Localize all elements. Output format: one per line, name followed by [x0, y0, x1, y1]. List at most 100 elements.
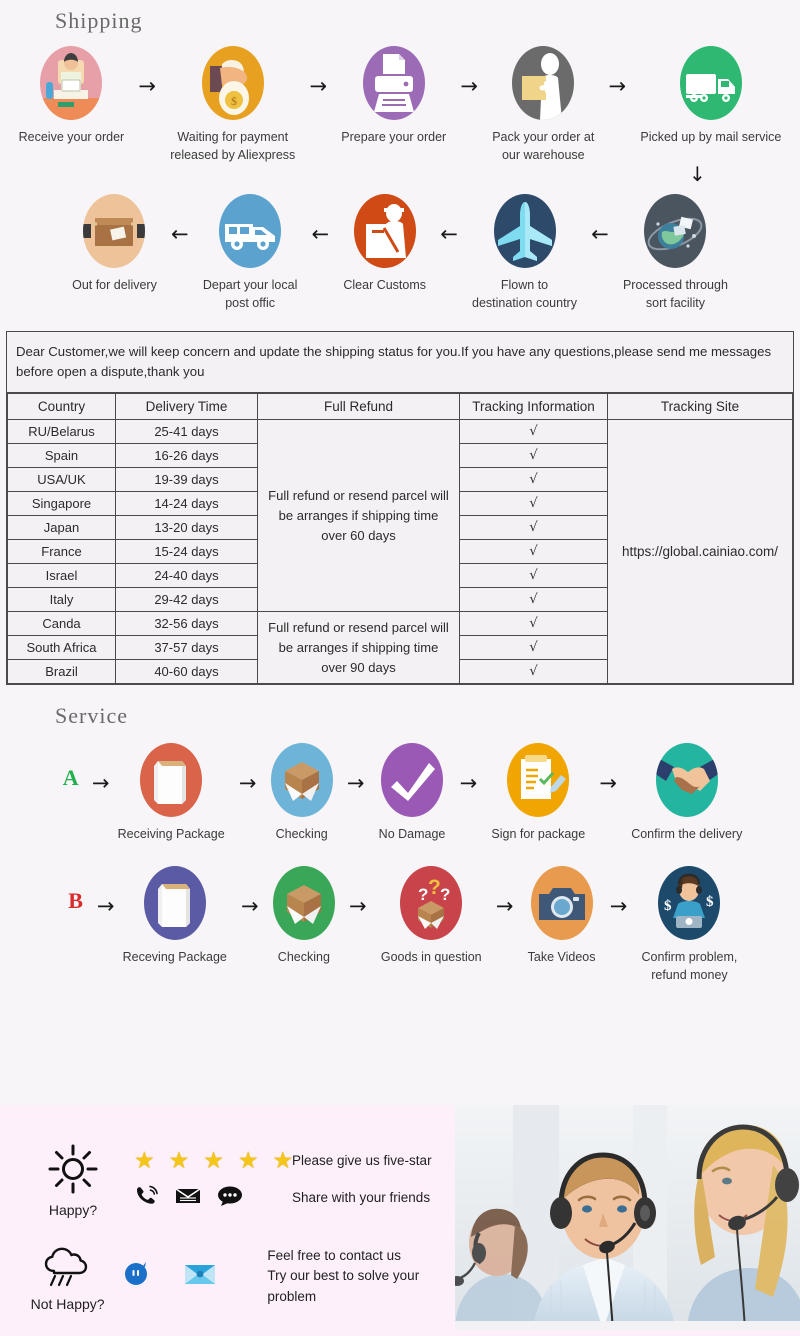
flow-step-label: Goods in question [380, 949, 482, 964]
service-heading: Service [55, 703, 128, 729]
cell-country: RU/Belarus [7, 419, 116, 445]
service-section: Service A → Receiving Package → Checking… [0, 685, 800, 983]
closed-package-icon-bubble [143, 865, 206, 940]
globe-sorting-icon-bubble [644, 194, 707, 269]
cell-delivery-time: 32-56 days [115, 611, 258, 637]
flow-step-label: Pack your order at our warehouse [492, 130, 595, 163]
not-happy-row: Not Happy? Feel free to contact us Try o… [18, 1241, 450, 1312]
flow-step: Take Videos [527, 865, 596, 966]
chat-bubble-icon[interactable] [216, 1185, 244, 1212]
flow-step: No Damage [379, 743, 445, 843]
flow-step-label: Checking [275, 827, 328, 842]
globe-sorting-icon [644, 194, 706, 268]
flow-step: $ Waiting for payment released by Aliexp… [170, 46, 295, 164]
airplane-icon-bubble [493, 194, 556, 269]
flow-step: Pack your order at our warehouse [492, 46, 594, 164]
cell-tracking-information: √ [459, 491, 608, 517]
star-icon[interactable]: ★ [238, 1149, 259, 1173]
col-header-country: Country [7, 393, 116, 421]
flow-step-label: Sign for package [491, 827, 586, 842]
arrow-right-icon: → [460, 74, 479, 98]
delivery-van-icon-bubble [219, 194, 282, 269]
flow-step-label: Clear Customs [343, 278, 427, 293]
svg-text:?: ? [440, 885, 450, 904]
arrow-right-icon: → [96, 893, 115, 918]
hand-with-coin-icon-bubble: $ [201, 46, 264, 120]
rain-cloud-icon [39, 1241, 97, 1294]
checkmark-icon-bubble [381, 743, 444, 818]
closed-package-icon-bubble [140, 743, 203, 818]
star-icon[interactable]: ★ [273, 1149, 294, 1173]
parcel-box-icon [83, 194, 146, 268]
cell-tracking-information: √ [459, 659, 608, 685]
hand-with-coin-icon: $ [202, 46, 264, 120]
person-at-desk-icon-bubble [40, 46, 103, 120]
cell-tracking-site[interactable]: https://global.cainiao.com/ [607, 419, 793, 685]
star-icon[interactable]: ★ [203, 1149, 224, 1173]
message-bubble-icon[interactable] [123, 1261, 149, 1292]
cell-delivery-time: 25-41 days [115, 419, 258, 445]
arrow-down-icon: ↓ [689, 162, 706, 187]
five-star-rating[interactable]: ★ ★ ★ ★ ★ [134, 1149, 293, 1173]
delivery-truck-icon [680, 46, 742, 120]
service-row-letter: A [62, 765, 79, 791]
flow-step: Processed through sort facility [623, 194, 728, 312]
cell-delivery-time: 16-26 days [115, 443, 258, 469]
printer-icon-bubble [362, 46, 425, 120]
envelope-icon[interactable] [174, 1186, 202, 1211]
arrow-right-icon: → [346, 771, 365, 796]
worker-with-box-icon [512, 46, 574, 120]
arrow-right-icon: → [238, 771, 257, 796]
cell-tracking-information: √ [459, 563, 608, 589]
phone-ringing-icon[interactable] [134, 1185, 160, 1212]
table-row: RU/Belarus 25-41 days Full refund or rese… [7, 419, 793, 685]
person-at-desk-icon [40, 46, 103, 120]
arrow-right-icon: → [608, 74, 627, 98]
camera-icon-bubble [530, 865, 593, 940]
cell-tracking-information: √ [459, 419, 608, 445]
delivery-van-icon [219, 194, 281, 268]
flow-step-label: Take Videos [527, 949, 596, 964]
service-flow-row-b: B → Receving Package → Checking → ? ? ? … [0, 865, 800, 984]
flow-step-label: Confirm problem, refund money [641, 949, 738, 982]
flow-step-label: Out for delivery [72, 278, 157, 293]
col-header-tracking-information: Tracking Information [459, 393, 608, 421]
contact-text: Feel free to contact us Try our best to … [267, 1248, 420, 1304]
flow-step: Receiving Package [118, 743, 225, 843]
five-star-text: Please give us five-star [292, 1152, 432, 1168]
cell-delivery-time: 29-42 days [115, 587, 258, 613]
shipping-info-table-block: Dear Customer,we will keep concern and u… [6, 330, 794, 686]
cell-country: South Africa [7, 635, 116, 661]
arrow-left-icon: ← [440, 222, 458, 247]
flow-step-label: Waiting for payment released by Aliexpre… [170, 130, 296, 163]
svg-text:$: $ [231, 94, 237, 108]
blue-envelope-icon[interactable] [183, 1261, 217, 1292]
star-icon[interactable]: ★ [169, 1149, 190, 1173]
flow-step: ? ? ? Goods in question [380, 865, 482, 966]
flow-step: Prepare your order [341, 46, 446, 146]
cell-full-refund-60: Full refund or resend parcel will be arr… [257, 419, 460, 613]
flow-step-label: Processed through sort facility [622, 278, 728, 311]
shipping-section: Shipping Receive your order → $ Waiting … [0, 0, 800, 313]
cell-country: Singapore [7, 491, 116, 517]
cell-delivery-time: 14-24 days [115, 491, 258, 517]
arrow-right-icon: → [309, 74, 328, 98]
flow-step-label: Checking [277, 949, 330, 964]
happy-mood: Happy? [18, 1143, 128, 1218]
arrow-left-icon: ← [171, 222, 189, 247]
handshake-icon [655, 743, 718, 817]
cell-delivery-time: 24-40 days [115, 563, 258, 589]
arrow-right-icon: → [599, 771, 617, 796]
cell-tracking-information: √ [459, 443, 608, 469]
flow-step: Receving Package [123, 865, 227, 966]
happy-row: Happy? ★ ★ ★ ★ ★ Please give us five-star [18, 1143, 432, 1218]
shipping-flow-row-1: Receive your order → $ Waiting for payme… [0, 46, 800, 164]
cell-country: Japan [7, 515, 116, 541]
cell-country: Italy [7, 587, 116, 613]
open-box-icon-bubble [270, 743, 333, 818]
closed-package-icon [144, 866, 206, 940]
star-icon[interactable]: ★ [134, 1149, 155, 1173]
checkmark-icon [381, 743, 443, 817]
question-box-icon-bubble: ? ? ? [400, 865, 463, 940]
cell-country: USA/UK [7, 467, 116, 493]
